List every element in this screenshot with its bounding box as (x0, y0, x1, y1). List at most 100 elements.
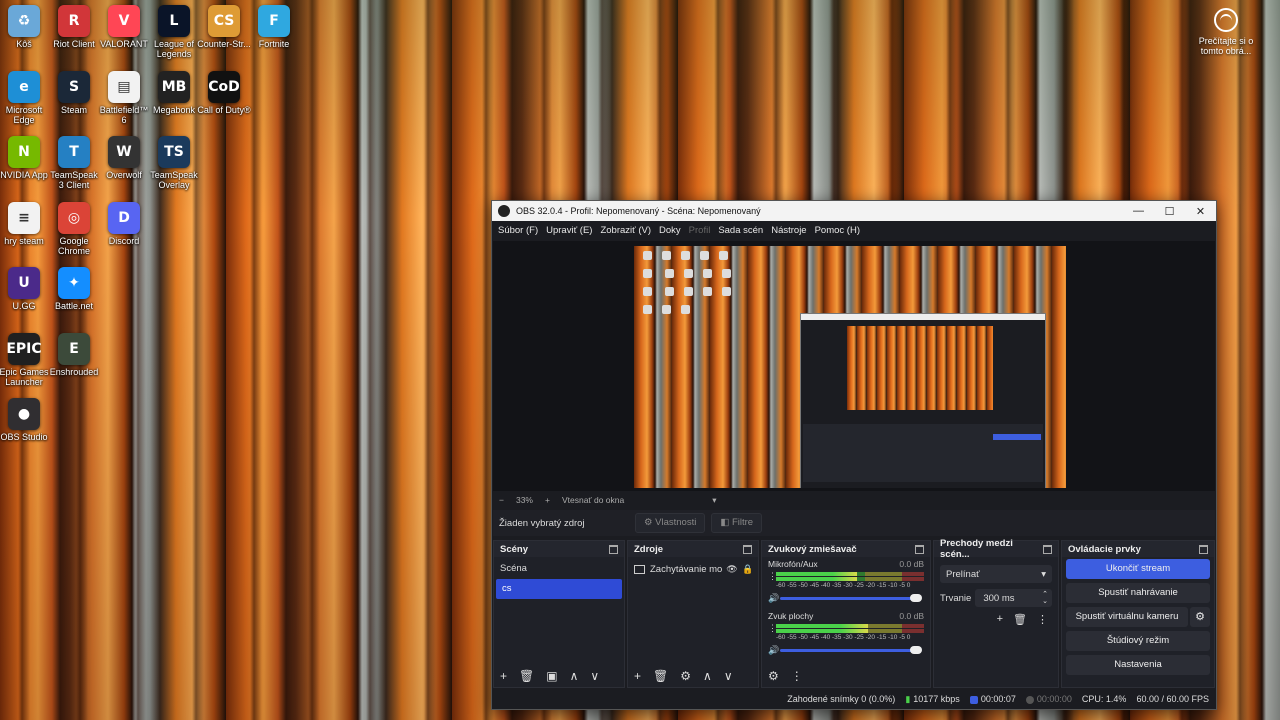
advanced-audio-icon[interactable]: ⚙ (768, 669, 779, 683)
desktop-icon-label: League of Legends (153, 39, 195, 59)
desktop-icon[interactable]: CS Counter-Str... (197, 5, 251, 49)
desktop-icon[interactable]: D Discord (97, 201, 151, 246)
source-item[interactable]: Zachytávanie mo 👁 🔒 (628, 559, 758, 579)
trash-icon[interactable]: 🗑 (519, 669, 534, 683)
sources-toolbar: + 🗑 ⚙ ∧ ∨ (628, 665, 758, 687)
desktop-icon-label: Counter-Str... (197, 39, 251, 49)
desktop-icon[interactable]: ≡ hry steam (0, 201, 51, 246)
chevron-down-icon[interactable]: ▾ (712, 495, 716, 506)
undock-icon[interactable] (915, 544, 924, 554)
desktop-icon[interactable]: U U.GG (0, 267, 51, 311)
add-icon[interactable]: + (997, 613, 1003, 626)
desktop-icon[interactable]: S Steam (47, 70, 101, 115)
close-button[interactable]: ✕ (1185, 205, 1216, 218)
chevron-down-icon[interactable]: ∨ (724, 669, 733, 683)
spinner-icon[interactable]: ⌃ ⌄ (1042, 591, 1048, 605)
zoom-mode-select[interactable]: Vtesnať do okna (562, 495, 624, 505)
gear-icon[interactable]: ⚙ (1190, 607, 1210, 627)
mixer-channel: Mikrofón/Aux 0.0 dB ⋮ -60 -55 -50 -45 -40 -… (762, 557, 930, 605)
desktop-icon[interactable]: L League of Legends (147, 5, 201, 59)
undock-icon[interactable] (609, 544, 618, 554)
mixer-title: Zvukový zmiešavač (768, 543, 857, 555)
eye-icon[interactable]: 👁 (726, 564, 738, 575)
menu-item[interactable]: Súbor (F) (496, 225, 544, 236)
filters-button[interactable]: ◧ Filtre (711, 513, 763, 533)
desktop-icon-label: Call of Duty® (197, 104, 251, 115)
desktop-icon[interactable]: V VALORANT (97, 5, 151, 49)
chrome-icon: ◎ (58, 201, 90, 234)
chevron-up-icon[interactable]: ∧ (570, 669, 579, 683)
scene-item[interactable]: cs (496, 579, 622, 599)
speaker-icon[interactable]: 🔊 (768, 593, 780, 604)
duration-input[interactable]: 300 ms ⌃ ⌄ (975, 589, 1052, 607)
gear-icon[interactable]: ⚙ (680, 669, 691, 683)
menu-dots-icon[interactable]: ⋮ (1037, 613, 1048, 626)
desktop-icon[interactable]: W Overwolf (97, 136, 151, 180)
zoom-out-button[interactable]: − (499, 495, 504, 505)
desktop-icon[interactable]: E Enshrouded (47, 332, 101, 377)
menu-item[interactable]: Profil (687, 225, 717, 236)
trash-icon[interactable]: 🗑 (1013, 613, 1027, 626)
desktop-icon[interactable]: TS TeamSpeak Overlay (147, 136, 201, 190)
preview-area[interactable] (493, 241, 1215, 491)
desktop-icon-label: Microsoft Edge (5, 104, 43, 125)
speaker-icon[interactable]: 🔊 (768, 645, 780, 656)
desktop-icon[interactable]: ▤ Battlefield™ 6 (97, 70, 151, 125)
obs-window[interactable]: OBS 32.0.4 - Profil: Nepomenovaný - Scén… (491, 200, 1217, 710)
desktop-icon[interactable]: R Riot Client (47, 5, 101, 49)
properties-button[interactable]: ⚙ Vlastnosti (635, 513, 706, 533)
start-virtual-camera-button[interactable]: Spustiť virtuálnu kameru (1066, 607, 1188, 627)
menu-dots-icon[interactable]: ⋮ (791, 669, 803, 683)
volume-slider[interactable] (780, 593, 922, 602)
maximize-button[interactable]: ☐ (1154, 205, 1185, 218)
desktop-icon[interactable]: ✦ Battle.net (47, 267, 101, 311)
start-recording-button[interactable]: Spustiť nahrávanie (1066, 583, 1210, 603)
menu-item[interactable]: Pomoc (H) (813, 225, 866, 236)
add-icon[interactable]: + (634, 669, 641, 683)
chevron-down-icon[interactable]: ∨ (590, 669, 599, 683)
desktop-icon[interactable]: CoD Call of Duty® (197, 70, 251, 115)
zoom-level: 33% (515, 495, 533, 505)
add-icon[interactable]: + (500, 669, 507, 683)
menu-item[interactable]: Nástroje (769, 225, 812, 236)
lock-icon[interactable]: 🔒 (742, 564, 754, 575)
preview-canvas[interactable] (634, 246, 1066, 488)
menu-item[interactable]: Doky (657, 225, 687, 236)
undock-icon[interactable] (743, 544, 752, 554)
filter-icon[interactable]: ▣ (546, 669, 557, 683)
minimize-button[interactable]: — (1123, 205, 1154, 217)
desktop-notification[interactable]: Prečítajte si o tomto obrá... (1198, 8, 1254, 56)
menu-dots-icon[interactable]: ⋮ (768, 623, 777, 634)
desktop-icon-label: NVIDIA App (0, 170, 48, 180)
desktop-icon[interactable]: e Microsoft Edge (0, 70, 51, 125)
obs-titlebar[interactable]: OBS 32.0.4 - Profil: Nepomenovaný - Scén… (492, 201, 1216, 221)
desktop-icon[interactable]: ◎ Google Chrome (47, 201, 101, 256)
scenes-dock-header: Scény (494, 541, 624, 557)
menu-dots-icon[interactable]: ⋮ (768, 571, 777, 582)
scene-item[interactable]: Scéna (494, 559, 624, 579)
trash-icon[interactable]: 🗑 (653, 669, 668, 683)
desktop-icon[interactable]: ♻ Kôš (0, 5, 51, 49)
menu-item[interactable]: Upraviť (E) (544, 225, 598, 236)
undock-icon[interactable] (1199, 544, 1208, 554)
slider-knob[interactable] (910, 645, 922, 654)
desktop-icon[interactable]: ● OBS Studio (0, 398, 51, 442)
zoom-in-button[interactable]: + (545, 495, 550, 505)
chevron-up-icon[interactable]: ∧ (703, 669, 712, 683)
volume-slider[interactable] (780, 645, 922, 654)
undock-icon[interactable] (1043, 544, 1052, 554)
menu-item[interactable]: Sada scén (716, 225, 769, 236)
desktop-icon[interactable]: EPIC Epic Games Launcher (0, 332, 51, 387)
studio-mode-button[interactable]: Štúdiový režim (1066, 631, 1210, 651)
desktop-icon-label: Overwolf (106, 170, 142, 180)
stop-stream-button[interactable]: Ukončiť stream (1066, 559, 1210, 579)
desktop-icon[interactable]: F Fortnite (247, 5, 301, 49)
desktop-icon[interactable]: MB Megabonk (147, 70, 201, 115)
menu-item[interactable]: Zobraziť (V) (598, 225, 657, 236)
transition-select[interactable]: Prelínať ▾ (940, 565, 1052, 583)
desktop-icon[interactable]: T TeamSpeak 3 Client (47, 136, 101, 190)
ugg-icon: U (8, 267, 40, 299)
settings-button[interactable]: Nastavenia (1066, 655, 1210, 675)
slider-knob[interactable] (910, 593, 922, 602)
desktop-icon[interactable]: N NVIDIA App (0, 136, 51, 180)
